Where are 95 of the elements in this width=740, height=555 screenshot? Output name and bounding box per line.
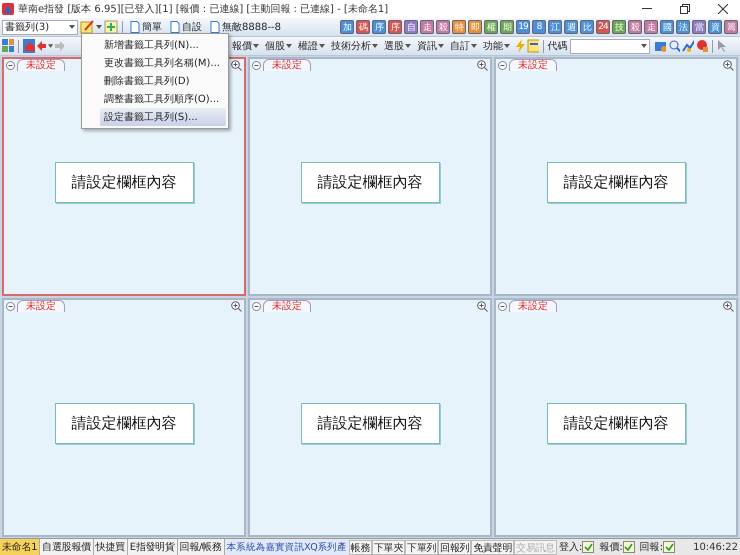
dropdown-arrow-icon[interactable]	[319, 44, 326, 48]
zoom-in-icon[interactable]	[723, 300, 734, 312]
menu-item[interactable]: 自訂	[448, 39, 480, 53]
menu-option[interactable]: 設定書籤工具列(S)...	[100, 108, 226, 126]
status-button[interactable]: 下單列	[405, 540, 438, 554]
chart-panel[interactable]: 未設定 請設定欄框內容	[494, 57, 738, 296]
menu-item[interactable]: 技術分析	[329, 39, 380, 53]
collapse-icon[interactable]	[6, 60, 15, 70]
menu-option[interactable]: 新增書籤工具列(N)...	[100, 36, 226, 54]
chart-panel[interactable]: 未設定 請設定欄框內容	[248, 298, 492, 537]
menu-item[interactable]: 個股	[263, 39, 294, 53]
set-content-button[interactable]: 請設定欄框內容	[54, 162, 194, 203]
window-title: 華南e指發 [版本 6.95][已登入][1] [報價 : 已連線] [主動回報 : 已連線] - [未命名1]	[18, 2, 390, 16]
panel-tab[interactable]: 未設定	[17, 59, 65, 71]
status-button[interactable]: 回報列	[438, 540, 472, 554]
menu-option[interactable]: 刪除書籤工具列(D)	[100, 72, 226, 90]
dropdown-arrow-icon[interactable]	[471, 44, 478, 48]
collapse-icon[interactable]	[252, 60, 261, 70]
status-button[interactable]: 下單夾	[372, 540, 406, 554]
dropdown-arrow-icon[interactable]	[48, 44, 53, 48]
dropdown-arrow-icon[interactable]	[640, 44, 647, 48]
collapse-icon[interactable]	[6, 302, 15, 310]
dropdown-arrow-icon[interactable]	[372, 44, 378, 48]
code-label: 代碼	[548, 40, 568, 53]
dropdown-arrow-icon[interactable]	[504, 44, 510, 48]
chart-tool-icon[interactable]	[654, 39, 666, 53]
notice-text: 本系統為嘉實資訊XQ系列產	[224, 540, 349, 554]
collapse-icon[interactable]	[252, 302, 261, 310]
code-field[interactable]	[570, 38, 650, 54]
chart-panel[interactable]: 未設定 請設定欄框內容	[248, 57, 492, 296]
workspace-tab[interactable]: 自選股報價	[40, 539, 94, 555]
workspace-tab[interactable]: E指發明貨	[128, 539, 178, 555]
tool-icon[interactable]	[682, 39, 694, 53]
menu-item[interactable]: 權證	[296, 39, 328, 53]
bookmark-link[interactable]: 自設	[182, 20, 202, 34]
home-icon[interactable]	[22, 39, 36, 53]
chart-panel[interactable]: 未設定 請設定欄框內容	[494, 298, 738, 537]
note-icon[interactable]	[526, 39, 539, 53]
menu-option[interactable]: 調整書籤工具列順序(O)...	[100, 90, 226, 108]
alert-icon[interactable]	[696, 39, 708, 53]
workspace-tab[interactable]: 未命名1	[0, 539, 40, 555]
dropdown-arrow-icon[interactable]	[253, 44, 260, 48]
quick-function-button[interactable]: 序	[388, 20, 402, 34]
panel-tab[interactable]: 未設定	[263, 59, 311, 71]
status-label: 登入:	[558, 540, 582, 554]
collapse-icon[interactable]	[498, 302, 507, 310]
edit-note-icon[interactable]	[80, 20, 94, 34]
menu-option[interactable]: 更改書籤工具列名稱(M)...	[100, 54, 226, 72]
zoom-in-icon[interactable]	[231, 300, 242, 312]
panel-tab[interactable]: 未設定	[17, 300, 65, 312]
set-content-button[interactable]: 請設定欄框內容	[54, 403, 194, 444]
set-content-button[interactable]: 請設定欄框內容	[546, 403, 686, 444]
add-icon[interactable]	[104, 20, 118, 34]
menu-item[interactable]: 功能	[481, 39, 512, 53]
bookmark-link[interactable]: 無敵8888--8	[222, 20, 282, 34]
workspace-tab[interactable]: 快捷買	[94, 539, 128, 555]
clock-text: 10:46:22	[692, 542, 739, 552]
app-logo-icon	[2, 3, 14, 15]
zoom-in-icon[interactable]	[477, 60, 488, 70]
panel-tab[interactable]: 未設定	[263, 300, 311, 312]
dropdown-arrow-icon[interactable]	[438, 44, 444, 48]
menu-item[interactable]: 選股	[382, 39, 414, 53]
workspace-tab[interactable]: 回報/帳務	[178, 539, 224, 555]
close-icon[interactable]	[718, 4, 728, 14]
dropdown-arrow-icon[interactable]	[96, 25, 102, 29]
quick-function-button[interactable]: 自	[404, 20, 418, 34]
bookmark-link[interactable]: 簡單	[142, 20, 162, 34]
menu-item[interactable]: 資訊	[415, 39, 446, 53]
panel-tab[interactable]: 未設定	[509, 59, 557, 71]
collapse-icon[interactable]	[498, 60, 507, 70]
status-label: 回報:	[638, 540, 664, 554]
menu-item[interactable]: 報價	[230, 39, 262, 53]
zoom-in-icon[interactable]	[723, 60, 734, 70]
restore-icon[interactable]	[680, 4, 690, 14]
quick-function-button[interactable]: 碼	[356, 20, 370, 34]
search-icon[interactable]	[668, 39, 680, 53]
status-label: 報價:	[598, 540, 623, 554]
chart-panel[interactable]: 未設定 請設定欄框內容	[2, 298, 246, 537]
set-content-button[interactable]: 請設定欄框內容	[546, 162, 686, 203]
status-button[interactable]: 帳務	[348, 540, 372, 554]
minimize-icon[interactable]	[642, 8, 652, 10]
panel-tab[interactable]: 未設定	[509, 300, 557, 312]
bookmark-selector[interactable]: 書籤列(3)	[2, 20, 78, 34]
set-content-button[interactable]: 請設定欄框內容	[300, 403, 440, 444]
set-content-button[interactable]: 請設定欄框內容	[300, 162, 440, 203]
dropdown-arrow-icon[interactable]	[405, 44, 412, 48]
layout-grid-icon[interactable]	[2, 39, 14, 53]
back-arrow-icon[interactable]	[37, 41, 46, 51]
quick-function-button[interactable]: 當	[692, 20, 706, 34]
status-button[interactable]: 免責聲明	[471, 540, 514, 554]
quick-function-button[interactable]: 24	[596, 20, 610, 34]
zoom-in-icon[interactable]	[477, 300, 488, 312]
zoom-in-icon[interactable]	[231, 60, 242, 70]
dropdown-arrow-icon[interactable]	[286, 44, 292, 48]
dropdown-arrow-icon[interactable]	[69, 25, 75, 29]
